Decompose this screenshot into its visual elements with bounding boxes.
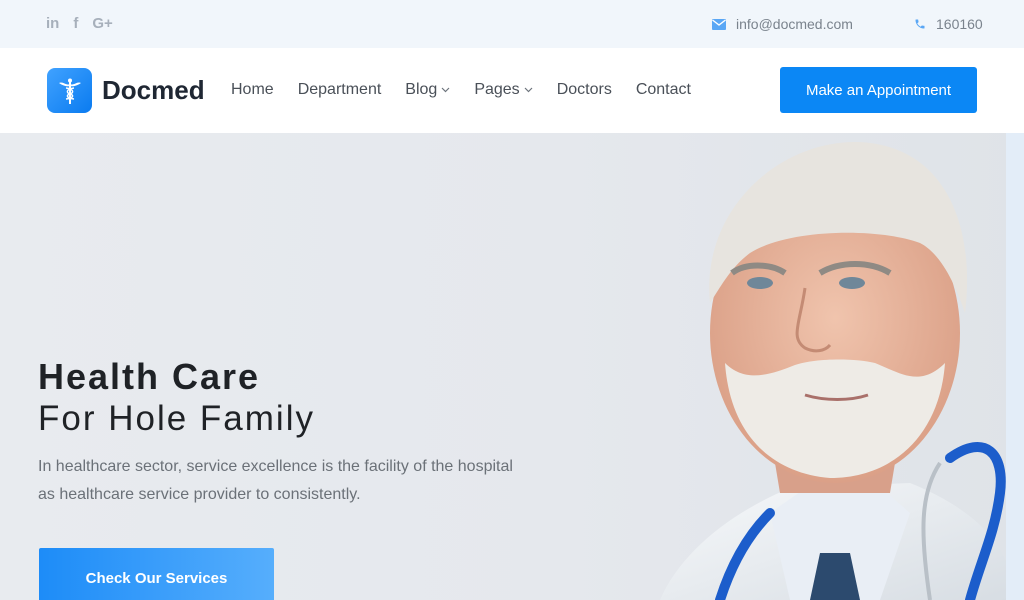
main-header: Docmed Home Department Blog Pages Doctor… [0,48,1024,133]
hero-description: In healthcare sector, service excellence… [38,458,513,503]
nav-department[interactable]: Department [298,80,382,100]
facebook-icon[interactable]: f [73,14,78,34]
logo-icon[interactable] [47,68,92,113]
phone-text: 160160 [936,16,983,32]
hero-subtitle: For Hole Family [38,399,315,438]
nav-pages-label: Pages [474,81,520,98]
top-bar: in f G+ info@docmed.com 160160 [0,0,1024,48]
hero-title: Health Care [38,356,261,397]
phone-icon [915,19,925,29]
main-nav: Home Department Blog Pages Doctors Conta… [231,80,715,100]
email-text: info@docmed.com [736,16,853,32]
nav-pages[interactable]: Pages [474,80,533,100]
doctor-image [660,142,1010,600]
logo-text[interactable]: Docmed [102,75,205,105]
contact-phone[interactable]: 160160 [914,14,983,34]
nav-home[interactable]: Home [231,80,274,100]
make-appointment-button[interactable]: Make an Appointment [780,67,977,113]
check-services-button[interactable]: Check Our Services [39,548,274,600]
nav-doctors[interactable]: Doctors [557,80,612,100]
nav-blog-label: Blog [405,81,438,98]
envelope-icon [712,18,726,30]
nav-contact[interactable]: Contact [636,80,691,100]
chevron-down-icon [441,87,450,93]
chevron-down-icon [524,87,533,93]
hero-edge-strip [1006,133,1024,600]
hero-section: Health Care For Hole Family In healthcar… [0,133,1024,600]
contact-email[interactable]: info@docmed.com [712,14,853,34]
google-plus-icon[interactable]: G+ [92,14,112,34]
linkedin-icon[interactable]: in [46,14,59,34]
nav-blog[interactable]: Blog [405,80,450,100]
social-links: in f G+ [46,14,113,34]
